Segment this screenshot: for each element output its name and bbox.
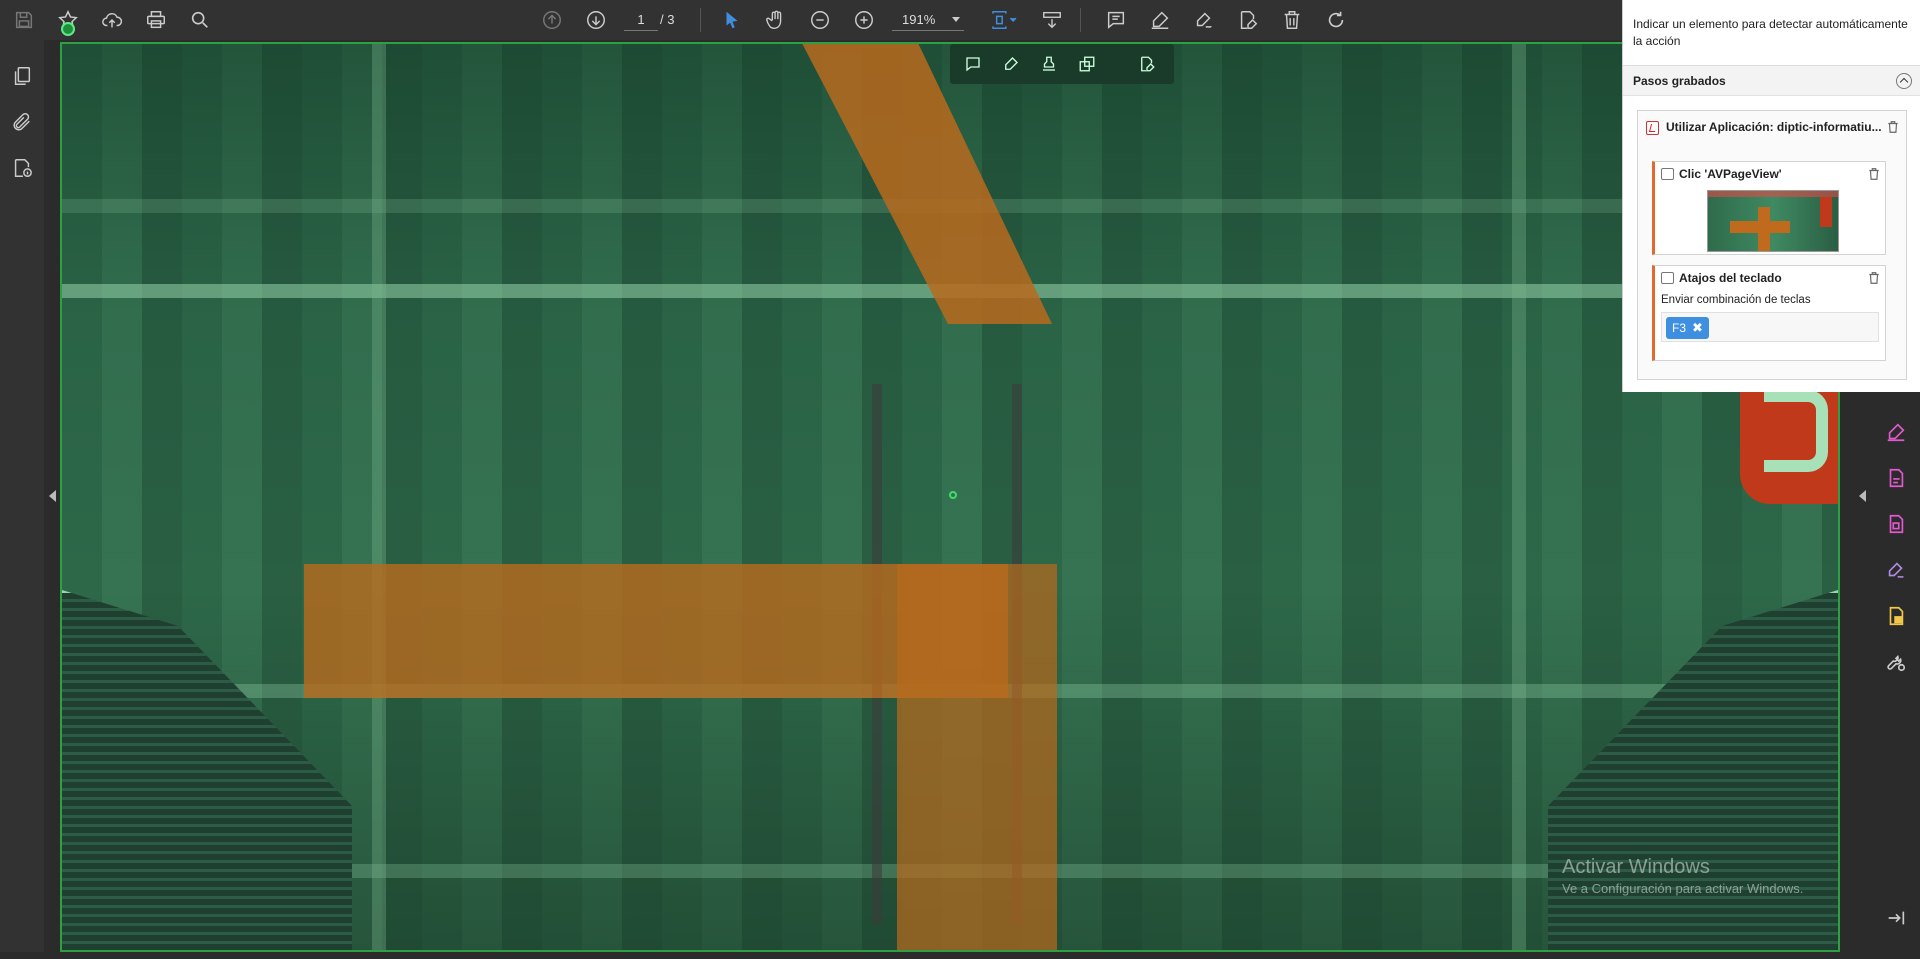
export-pdf-icon[interactable] [1882, 464, 1910, 492]
edit-document-icon[interactable] [1134, 51, 1160, 77]
click-step-header: Clic 'AVPageView' [1655, 162, 1885, 186]
windows-activation-watermark: Activar Windows Ve a Configuración para … [1562, 856, 1803, 896]
step-screenshot-thumbnail [1707, 190, 1839, 252]
toolbar-divider [1080, 8, 1081, 32]
watermark-subtitle: Ve a Configuración para activar Windows. [1562, 881, 1804, 896]
attachment-icon[interactable] [6, 106, 38, 138]
organize-pages-icon[interactable] [1882, 510, 1910, 538]
stamp-icon[interactable] [1036, 51, 1062, 77]
fit-page-icon[interactable] [984, 4, 1024, 36]
right-panel-toggle-icon[interactable] [1859, 490, 1866, 502]
app-step-header: Utilizar Aplicación: diptic-informatiu..… [1638, 111, 1906, 143]
fill-sign-icon[interactable] [1882, 418, 1910, 446]
page-total: / 3 [660, 12, 675, 27]
document-page-view[interactable]: Activar Windows Ve a Configuración para … [60, 42, 1840, 952]
save-icon[interactable] [8, 4, 40, 36]
highlight-icon[interactable] [998, 51, 1024, 77]
shortcut-description: Enviar combinación de teclas [1661, 294, 1811, 306]
key-combination-field[interactable]: F3 ✖ [1661, 312, 1879, 342]
protect-pdf-icon[interactable] [1882, 602, 1910, 630]
chevron-down-icon [952, 17, 960, 22]
comment-icon[interactable] [1100, 4, 1132, 36]
more-tools-icon[interactable] [1882, 648, 1910, 676]
collapse-tools-panel-icon[interactable] [1882, 904, 1910, 932]
left-panel-toggle-icon[interactable] [49, 490, 56, 502]
image-region [1758, 207, 1770, 251]
delete-step-icon[interactable] [1886, 120, 1900, 134]
left-navigation-rail [0, 40, 44, 952]
select-cursor-icon[interactable] [716, 4, 748, 36]
panel-hint-text: Indicar un elemento para detectar automá… [1623, 0, 1920, 66]
image-region [1708, 191, 1838, 197]
logo [1740, 382, 1838, 504]
key-chip[interactable]: F3 ✖ [1666, 317, 1709, 339]
click-step-title: Clic 'AVPageView' [1679, 167, 1782, 181]
cloud-upload-icon[interactable] [96, 4, 128, 36]
zoom-value: 191% [902, 12, 936, 27]
app-step-title: Utilizar Aplicación: diptic-informatiu..… [1666, 120, 1882, 134]
sign-icon[interactable] [1188, 4, 1220, 36]
rotate-icon[interactable] [1320, 4, 1352, 36]
recorded-steps-panel: Indicar un elemento para detectar automá… [1622, 0, 1920, 392]
search-icon[interactable] [184, 4, 216, 36]
comment-icon[interactable] [960, 51, 986, 77]
watermark-title: Activar Windows [1562, 856, 1710, 878]
remove-key-icon[interactable]: ✖ [1692, 320, 1703, 336]
edit-document-icon[interactable] [1232, 4, 1264, 36]
shortcut-step-card[interactable]: Atajos del teclado Enviar combinación de… [1652, 265, 1886, 361]
delete-step-icon[interactable] [1867, 271, 1881, 285]
image-region [1548, 590, 1838, 950]
image-region [372, 44, 386, 950]
recorded-steps-header[interactable]: Pasos grabados [1623, 66, 1920, 96]
acrobat-icon [1646, 121, 1659, 135]
previous-page-icon[interactable] [536, 4, 568, 36]
recording-indicator-icon [61, 22, 75, 36]
page-number-input[interactable] [624, 9, 658, 31]
request-signature-icon[interactable] [1882, 556, 1910, 584]
quick-actions-toolbar [950, 44, 1174, 84]
shortcut-step-header: Atajos del teclado [1655, 266, 1885, 290]
chevron-up-icon[interactable] [1896, 73, 1912, 89]
image-region [792, 44, 1052, 324]
image-region [897, 564, 1057, 950]
next-page-icon[interactable] [580, 4, 612, 36]
keyboard-icon [1661, 272, 1674, 284]
delete-icon[interactable] [1276, 4, 1308, 36]
zoom-out-icon[interactable] [804, 4, 836, 36]
hand-tool-icon[interactable] [760, 4, 792, 36]
image-region [1820, 197, 1832, 227]
click-step-card[interactable]: Clic 'AVPageView' [1652, 161, 1886, 255]
delete-step-icon[interactable] [1867, 167, 1881, 181]
zoom-dropdown[interactable]: 191% [892, 9, 964, 31]
print-icon[interactable] [140, 4, 172, 36]
image-region [1512, 44, 1526, 950]
app-step-card[interactable]: Utilizar Aplicación: diptic-informatiu..… [1637, 110, 1907, 380]
focus-point-icon [949, 491, 957, 499]
toolbar-divider [700, 8, 701, 32]
document-properties-icon[interactable] [6, 152, 38, 184]
section-title: Pasos grabados [1633, 74, 1726, 88]
pdf-viewer-app: / 3 191% [0, 0, 1920, 959]
page-thumbnails-icon[interactable] [6, 60, 38, 92]
key-chip-label: F3 [1672, 321, 1687, 335]
scroll-mode-icon[interactable] [1036, 4, 1068, 36]
right-tools-rail [1872, 384, 1920, 952]
shortcut-step-title: Atajos del teclado [1679, 271, 1782, 285]
zoom-in-icon[interactable] [848, 4, 880, 36]
copy-icon[interactable] [1074, 51, 1100, 77]
click-action-icon [1661, 168, 1674, 180]
highlight-icon[interactable] [1144, 4, 1176, 36]
